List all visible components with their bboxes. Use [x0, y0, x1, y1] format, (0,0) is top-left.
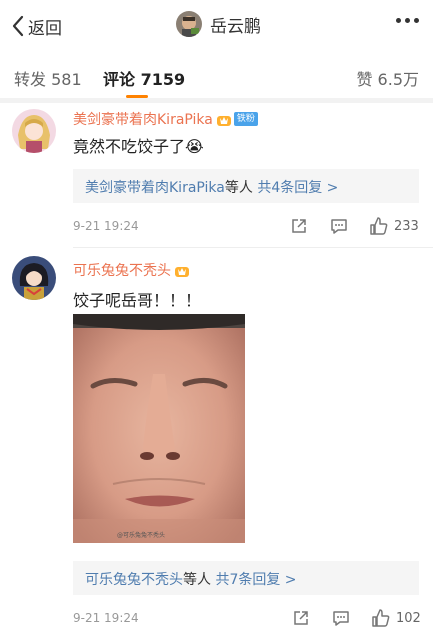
replies-summary-label: 可乐兔兔不秃头等人 共7条回复 > — [85, 569, 297, 589]
profile-name: 岳云鹏 — [210, 16, 261, 37]
top-bar: 返回 岳云鹏 — [0, 0, 433, 52]
comment-item: 美剑豪带着肉KiraPika 铁粉 竟然不吃饺子了😭 美剑豪带着肉KiraPik… — [0, 103, 433, 248]
replies-count-link[interactable]: 共4条回复 > — [257, 180, 338, 196]
share-icon — [292, 609, 310, 627]
thumbs-up-icon — [369, 216, 389, 236]
comment-time: 9-21 19:24 — [73, 219, 139, 233]
username[interactable]: 美剑豪带着肉KiraPika — [73, 109, 213, 129]
comment-bubble-icon — [330, 217, 348, 235]
tab-reposts[interactable]: 转发 581 — [14, 66, 82, 90]
comment-item: 可乐兔兔不秃头 饺子呢岳哥！！！ @可乐兔兔不秃头 可乐兔兔不秃头等人 共7条回… — [0, 248, 433, 644]
chevron-left-icon — [12, 15, 24, 37]
comment-text: 竟然不吃饺子了😭 — [73, 133, 204, 157]
comment-time: 9-21 19:24 — [73, 611, 139, 625]
like-count: 102 — [396, 610, 421, 626]
back-label: 返回 — [28, 18, 62, 39]
crown-icon — [174, 263, 190, 277]
replies-summary[interactable]: 美剑豪带着肉KiraPika等人 共4条回复 > — [73, 169, 419, 203]
profile-avatar[interactable] — [176, 11, 202, 37]
profile-header[interactable]: 岳云鹏 — [176, 11, 261, 37]
share-icon — [290, 217, 308, 235]
replies-users[interactable]: 美剑豪带着肉KiraPika — [85, 180, 225, 196]
replies-summary-label: 美剑豪带着肉KiraPika等人 共4条回复 > — [85, 177, 338, 197]
replies-count-link[interactable]: 共7条回复 > — [215, 572, 296, 588]
tab-comments-label: 评论 — [103, 70, 136, 89]
username-row: 可乐兔兔不秃头 — [73, 260, 190, 280]
comment-text-body: 竟然不吃饺子了 — [73, 137, 186, 156]
tab-likes-count: 6.5万 — [377, 70, 419, 89]
reply-button[interactable] — [332, 609, 350, 627]
replies-suffix: 等人 — [183, 572, 211, 588]
back-button[interactable]: 返回 — [12, 12, 62, 40]
tab-reposts-label: 转发 — [14, 70, 47, 89]
comment-bubble-icon — [332, 609, 350, 627]
share-button[interactable] — [290, 217, 308, 235]
tab-bar: 转发 581 评论 7159 赞 6.5万 — [0, 52, 433, 98]
more-options-icon[interactable] — [396, 18, 419, 23]
username[interactable]: 可乐兔兔不秃头 — [73, 260, 171, 280]
replies-summary[interactable]: 可乐兔兔不秃头等人 共7条回复 > — [73, 561, 419, 595]
tab-likes[interactable]: 赞 6.5万 — [356, 66, 419, 90]
like-button[interactable]: 102 — [371, 608, 421, 628]
crown-icon — [216, 112, 232, 126]
share-button[interactable] — [292, 609, 310, 627]
photo-watermark: @可乐兔兔不秃头 — [117, 532, 166, 539]
avatar[interactable] — [12, 109, 56, 153]
tab-comments-count: 7159 — [140, 70, 186, 89]
tab-comments[interactable]: 评论 7159 — [103, 66, 185, 90]
comment-photo[interactable]: @可乐兔兔不秃头 — [73, 314, 245, 543]
comment-text: 饺子呢岳哥！！！ — [73, 291, 202, 310]
tab-likes-label: 赞 — [356, 70, 373, 89]
like-count: 233 — [394, 218, 419, 234]
reply-button[interactable] — [330, 217, 348, 235]
thumbs-up-icon — [371, 608, 391, 628]
replies-users[interactable]: 可乐兔兔不秃头 — [85, 572, 183, 588]
crying-emoji-icon: 😭 — [185, 137, 204, 156]
username-row: 美剑豪带着肉KiraPika 铁粉 — [73, 109, 258, 129]
fan-badge: 铁粉 — [233, 112, 258, 126]
avatar[interactable] — [12, 256, 56, 300]
like-button[interactable]: 233 — [369, 216, 419, 236]
replies-suffix: 等人 — [224, 180, 253, 196]
tab-reposts-count: 581 — [51, 70, 82, 89]
